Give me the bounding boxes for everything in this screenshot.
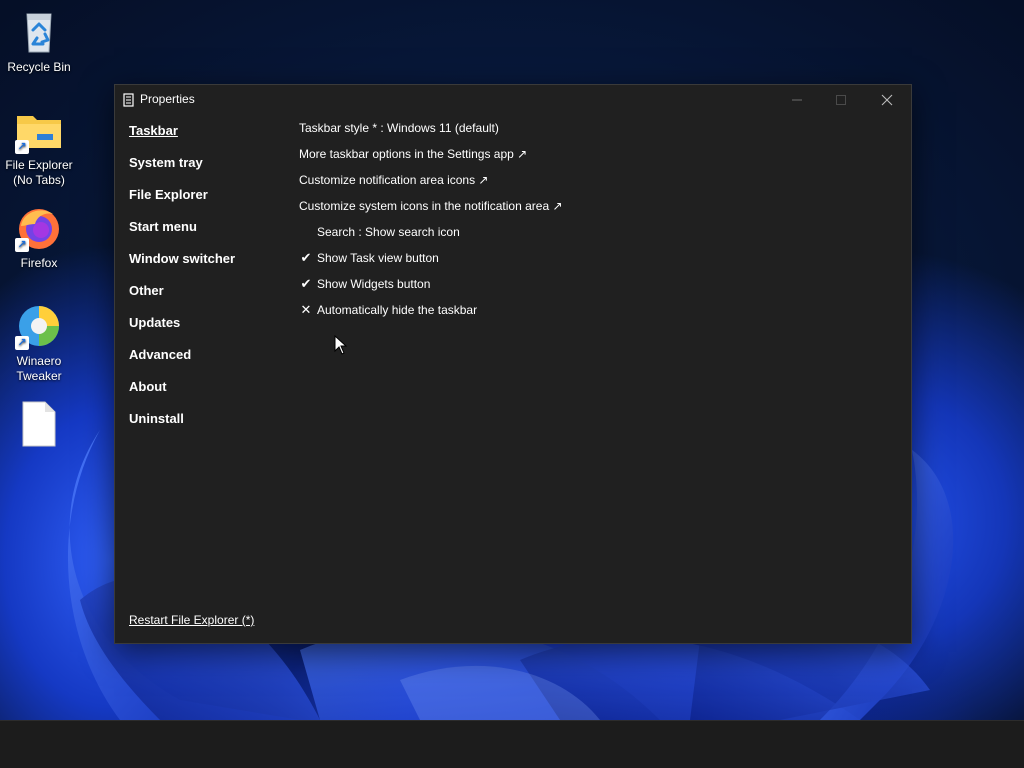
desktop-icon-label: Firefox: [20, 256, 58, 270]
taskbar[interactable]: [0, 720, 1024, 768]
app-icon: [123, 93, 134, 107]
maximize-icon: [836, 95, 846, 105]
recycle-bin-icon: [15, 8, 63, 56]
sidebar-item-uninstall[interactable]: Uninstall: [129, 407, 289, 439]
sidebar-item-label: System tray: [129, 155, 203, 170]
search-option[interactable]: Search : Show search icon: [299, 221, 879, 247]
sidebar-item-about[interactable]: About: [129, 375, 289, 407]
sidebar-item-updates[interactable]: Updates: [129, 311, 289, 343]
sidebar-item-label: Advanced: [129, 347, 192, 362]
option-label: Show Task view button: [317, 251, 439, 265]
shortcut-arrow-icon: ↗: [15, 336, 29, 350]
sidebar-item-label: About: [129, 379, 167, 394]
desktop-icon-label: Winaero Tweaker: [16, 354, 62, 383]
sidebar-item-label: Start menu: [129, 219, 197, 234]
sidebar-item-window-switcher[interactable]: Window switcher: [129, 247, 289, 279]
minimize-icon: [792, 99, 802, 101]
firefox-icon: ↗: [15, 204, 63, 252]
folder-icon: ↗: [15, 106, 63, 154]
settings-app-link[interactable]: More taskbar options in the Settings app…: [299, 143, 879, 169]
widgets-toggle[interactable]: ✔ Show Widgets button: [299, 273, 879, 299]
sidebar-item-advanced[interactable]: Advanced: [129, 343, 289, 375]
checkmark-icon: ✔: [300, 276, 312, 291]
taskbar-style-option[interactable]: Taskbar style * : Windows 11 (default): [299, 117, 879, 143]
maximize-button[interactable]: [819, 85, 863, 115]
desktop-icon-label: Recycle Bin: [7, 60, 71, 74]
checkmark-icon: ✔: [300, 250, 312, 265]
desktop-icon-winaero-tweaker[interactable]: ↗ Winaero Tweaker: [0, 302, 78, 384]
shortcut-arrow-icon: ↗: [15, 238, 29, 252]
shortcut-arrow-icon: ↗: [15, 140, 29, 154]
link-label: Customize system icons in the notificati…: [299, 199, 563, 213]
sidebar-item-label: Taskbar: [129, 123, 178, 138]
option-label: Search : Show search icon: [317, 225, 460, 239]
sidebar-item-start-menu[interactable]: Start menu: [129, 215, 289, 247]
sidebar-item-label: Updates: [129, 315, 181, 330]
minimize-button[interactable]: [775, 85, 819, 115]
sidebar-item-other[interactable]: Other: [129, 279, 289, 311]
cross-icon: ✕: [300, 302, 312, 317]
option-label: Automatically hide the taskbar: [317, 303, 478, 317]
link-label: Customize notification area icons ↗: [299, 173, 489, 187]
notification-icons-link[interactable]: Customize notification area icons ↗: [299, 169, 879, 195]
autohide-taskbar-toggle[interactable]: ✕ Automatically hide the taskbar: [299, 299, 879, 325]
sidebar-item-label: Window switcher: [129, 251, 236, 266]
properties-window: Properties Taskbar System tray File Expl…: [114, 84, 912, 644]
desktop-icon-firefox[interactable]: ↗ Firefox: [0, 204, 78, 271]
restart-file-explorer-link[interactable]: Restart File Explorer (*): [129, 613, 254, 627]
sidebar-nav: Taskbar System tray File Explorer Start …: [129, 119, 289, 439]
sidebar-item-label: Other: [129, 283, 164, 298]
settings-content: Taskbar style * : Windows 11 (default) M…: [299, 117, 879, 325]
sidebar-item-label: File Explorer: [129, 187, 208, 202]
desktop-icon-file-explorer[interactable]: ↗ File Explorer (No Tabs): [0, 106, 78, 188]
system-icons-link[interactable]: Customize system icons in the notificati…: [299, 195, 879, 221]
desktop-icon-blank-file[interactable]: [0, 400, 78, 452]
mouse-cursor-icon: [334, 335, 348, 355]
sidebar-item-file-explorer[interactable]: File Explorer: [129, 183, 289, 215]
sidebar-item-taskbar[interactable]: Taskbar: [129, 119, 289, 151]
desktop-icon-label: File Explorer (No Tabs): [5, 158, 73, 187]
window-title: Properties: [140, 92, 195, 106]
winaero-tweaker-icon: ↗: [15, 302, 63, 350]
close-button[interactable]: [865, 85, 909, 115]
task-view-toggle[interactable]: ✔ Show Task view button: [299, 247, 879, 273]
window-titlebar[interactable]: Properties: [115, 85, 911, 115]
close-icon: [881, 94, 893, 106]
link-label: More taskbar options in the Settings app…: [299, 147, 528, 161]
desktop-icon-recycle-bin[interactable]: Recycle Bin: [0, 8, 78, 75]
option-label: Taskbar style * : Windows 11 (default): [299, 121, 499, 135]
option-label: Show Widgets button: [317, 277, 431, 291]
blank-file-icon: [15, 400, 63, 448]
sidebar-item-label: Uninstall: [129, 411, 184, 426]
sidebar-item-system-tray[interactable]: System tray: [129, 151, 289, 183]
